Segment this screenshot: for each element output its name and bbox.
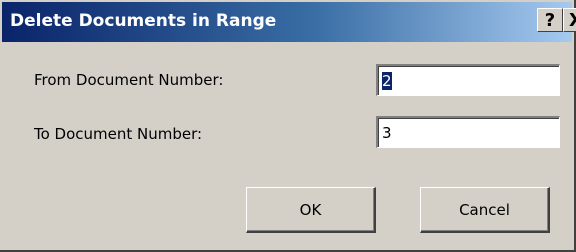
- to-document-value: 3: [382, 124, 392, 142]
- to-document-label: To Document Number:: [34, 125, 203, 143]
- help-button[interactable]: ?: [537, 8, 563, 32]
- cancel-button[interactable]: Cancel: [420, 187, 550, 233]
- from-document-value: 2: [382, 72, 392, 90]
- help-icon: ?: [544, 9, 556, 31]
- ok-button[interactable]: OK: [246, 187, 376, 233]
- close-button[interactable]: X: [563, 8, 576, 32]
- to-document-input[interactable]: 3: [376, 116, 560, 148]
- delete-documents-dialog: Delete Documents in Range ? X From Docum…: [0, 0, 576, 252]
- from-document-input[interactable]: 2: [376, 64, 560, 96]
- cancel-button-label: Cancel: [459, 200, 510, 219]
- close-icon: X: [569, 9, 576, 31]
- dialog-title: Delete Documents in Range: [10, 11, 277, 31]
- from-document-label: From Document Number:: [34, 71, 224, 89]
- title-bar[interactable]: Delete Documents in Range ? X: [2, 2, 576, 42]
- ok-button-label: OK: [299, 200, 322, 219]
